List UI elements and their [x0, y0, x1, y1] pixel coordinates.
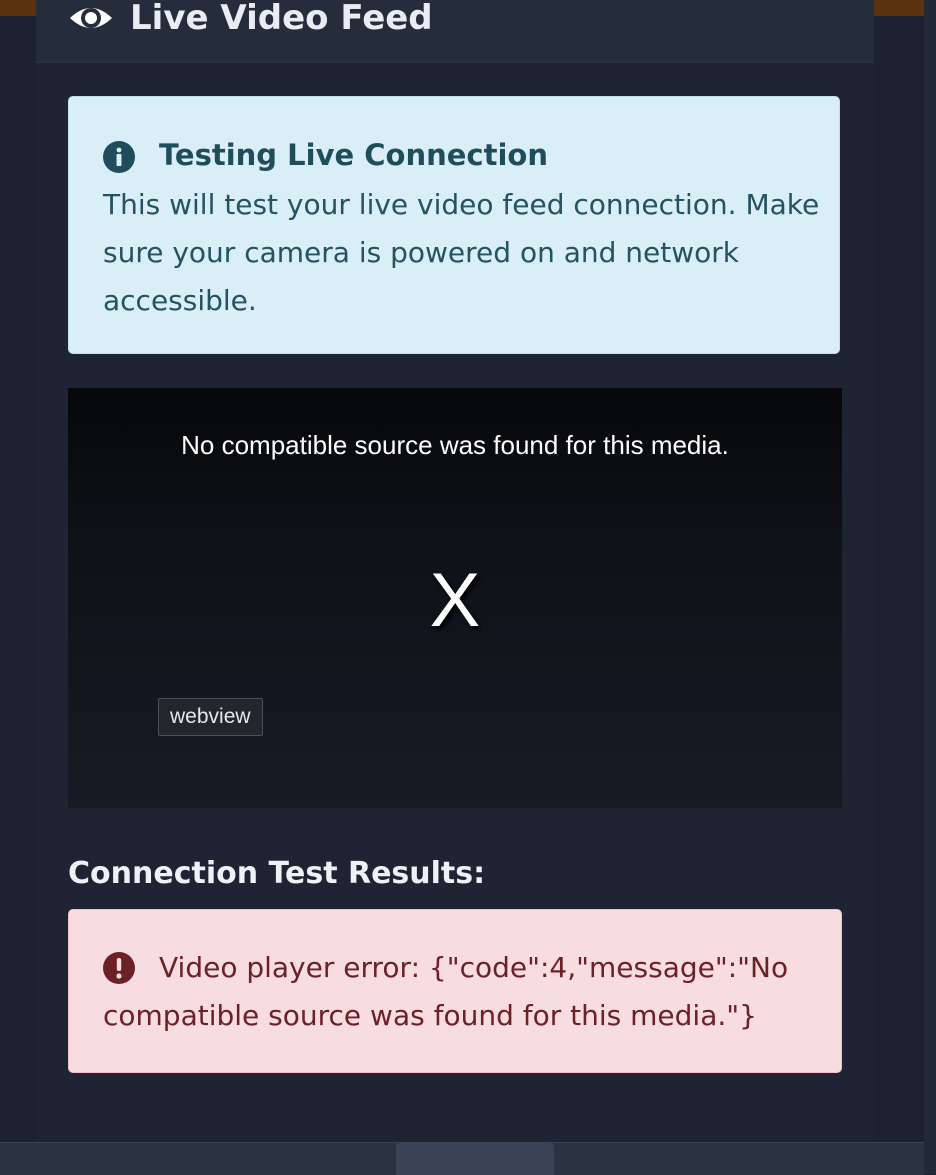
info-alert: Testing Live Connection This will test y…: [68, 96, 840, 354]
webview-tooltip: webview: [158, 698, 263, 736]
error-text: Video player error: {"code":4,"message":…: [103, 951, 789, 1032]
video-error-message: No compatible source was found for this …: [181, 430, 729, 460]
video-player[interactable]: No compatible source was found for this …: [68, 388, 842, 808]
panel-title: Live Video Feed: [130, 0, 433, 38]
info-text: This will test your live video feed conn…: [103, 188, 820, 317]
panel-header: Live Video Feed: [36, 0, 874, 63]
scrollbar-track[interactable]: [924, 0, 936, 1174]
info-title: Testing Live Connection: [159, 138, 548, 172]
error-alert: Video player error: {"code":4,"message":…: [68, 909, 842, 1073]
eye-icon: [70, 8, 112, 28]
results-heading: Connection Test Results:: [68, 856, 486, 891]
video-error-close[interactable]: X: [68, 556, 842, 646]
info-circle-icon: [103, 141, 135, 173]
bottom-tab-bar: [0, 1142, 924, 1175]
tab-active[interactable]: [396, 1143, 554, 1175]
